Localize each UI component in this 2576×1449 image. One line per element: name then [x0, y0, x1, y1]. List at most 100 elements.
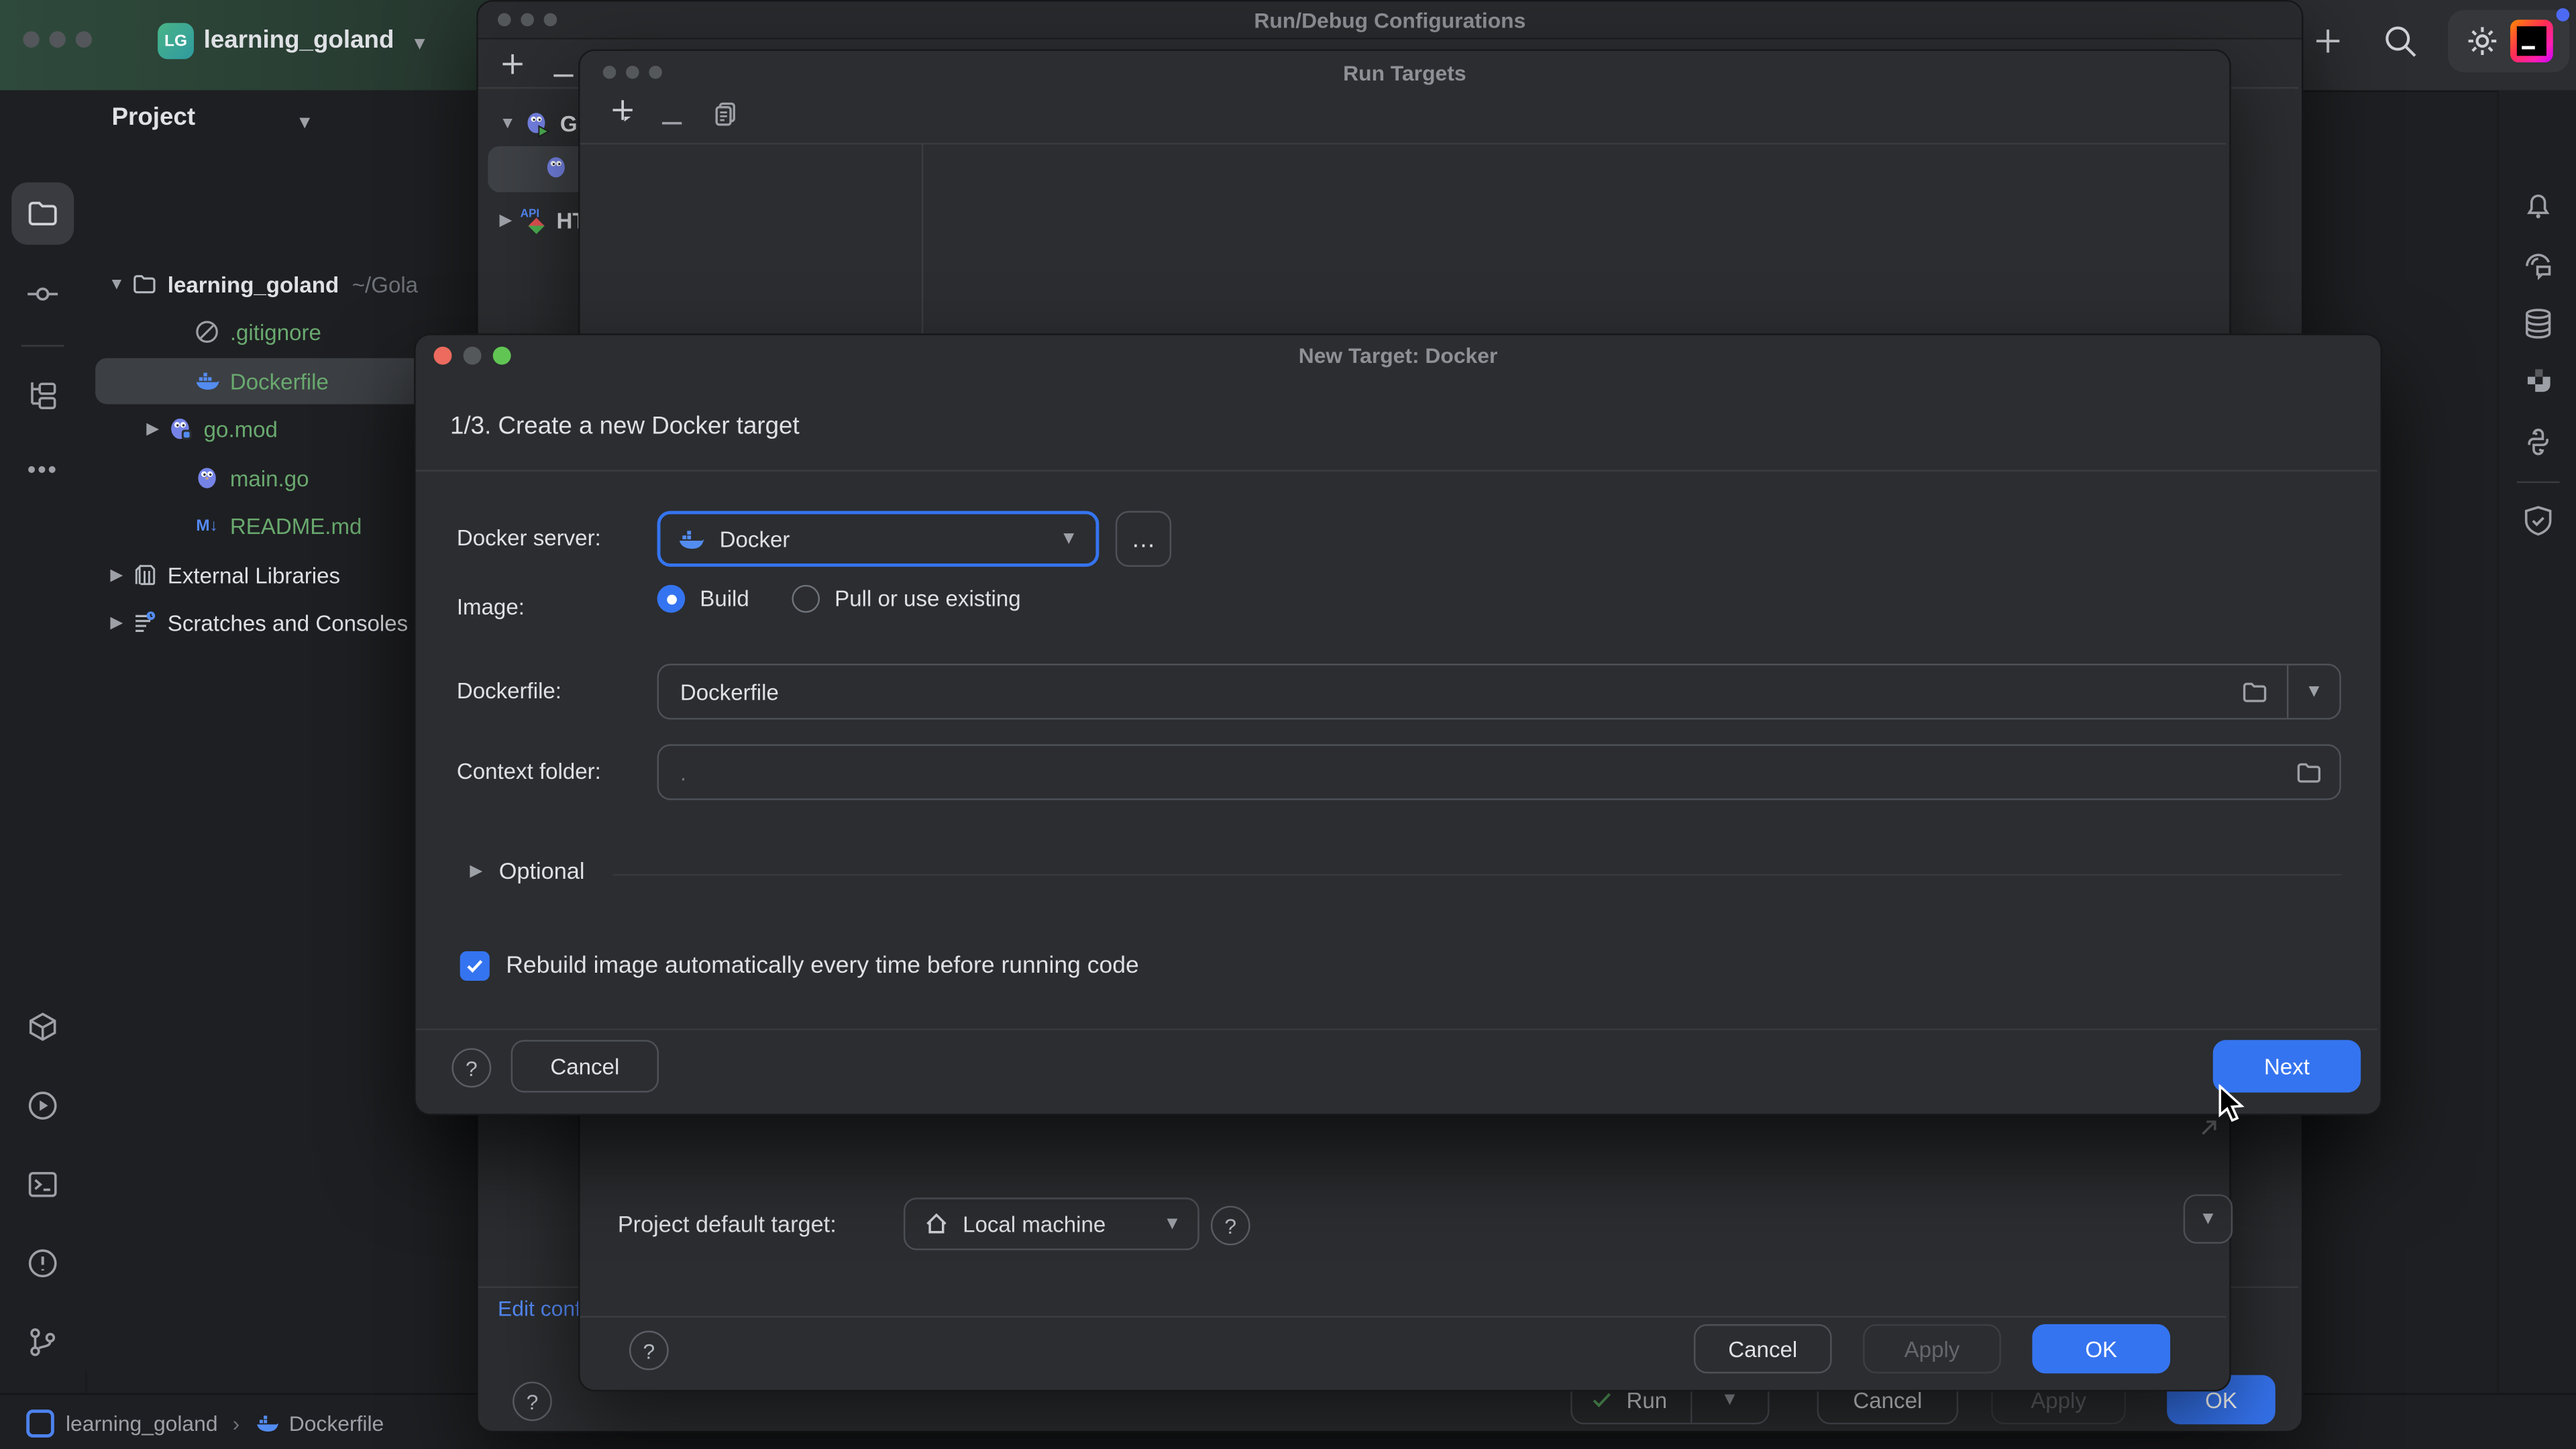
help-icon[interactable]: ? — [629, 1331, 669, 1371]
chevron-right-icon[interactable]: ▶ — [499, 212, 512, 230]
apply-button[interactable]: Apply — [1863, 1324, 2001, 1373]
minimize-window-icon[interactable] — [464, 347, 482, 365]
docker-server-dropdown[interactable]: Docker ▼ — [657, 511, 1099, 567]
chevron-down-icon[interactable]: ▼ — [2305, 682, 2323, 701]
help-icon[interactable]: ? — [513, 1382, 552, 1421]
wizard-step-title: 1/3. Create a new Docker target — [450, 413, 800, 441]
scratches-icon — [131, 610, 158, 636]
help-icon[interactable]: ? — [451, 1048, 491, 1087]
docker-icon — [677, 525, 705, 553]
close-window-icon[interactable] — [434, 347, 452, 365]
close-window-icon[interactable] — [498, 13, 511, 27]
chevron-down-icon[interactable]: ▼ — [1060, 529, 1078, 549]
search-everywhere-icon[interactable] — [2381, 21, 2420, 61]
footer-separator — [580, 1316, 2226, 1318]
zoom-window-icon[interactable] — [649, 66, 662, 79]
chevron-right-icon[interactable]: ▶ — [109, 566, 125, 584]
dockerfile-field[interactable]: Dockerfile ▼ — [657, 663, 2341, 719]
tree-label: learning_goland — [168, 272, 339, 297]
add-configuration-icon[interactable] — [499, 51, 525, 77]
rebuild-checkbox-label[interactable]: Rebuild image automatically every time b… — [506, 953, 1139, 979]
minimize-window-icon[interactable] — [521, 13, 534, 27]
close-window-icon[interactable] — [603, 66, 616, 79]
add-configuration-icon[interactable] — [2313, 26, 2343, 56]
default-target-dropdown[interactable]: Local machine ▼ — [904, 1197, 1199, 1250]
add-target-icon[interactable] — [608, 97, 637, 126]
remove-configuration-icon[interactable] — [550, 62, 576, 89]
image-radio-group: Build Pull or use existing — [657, 585, 1021, 613]
collapsed-dropdown-chevron[interactable]: ▼ — [2184, 1194, 2233, 1243]
help-icon[interactable]: ? — [1211, 1206, 1250, 1246]
project-avatar[interactable]: LG — [158, 23, 194, 59]
terminal-icon[interactable] — [23, 1165, 62, 1204]
shield-check-icon[interactable] — [2518, 501, 2558, 541]
project-view-title[interactable]: Project — [112, 103, 196, 131]
cancel-button[interactable]: Cancel — [511, 1040, 659, 1092]
run-check-icon — [1591, 1388, 1613, 1411]
settings-gear-icon[interactable] — [2463, 21, 2502, 61]
commit-icon[interactable] — [23, 274, 62, 314]
more-tools-icon[interactable]: ••• — [23, 450, 62, 490]
cancel-button[interactable]: Cancel — [1694, 1324, 1832, 1373]
run-targets-titlebar[interactable]: Run Targets — [580, 51, 2229, 94]
right-tool-strip — [2497, 91, 2576, 1393]
python-packages-icon[interactable] — [2518, 422, 2558, 462]
git-branch-icon[interactable] — [23, 1322, 62, 1362]
folder-icon — [131, 271, 158, 297]
dockerfile-label: Dockerfile: — [457, 678, 561, 703]
strip-separator — [21, 345, 64, 346]
dependencies-checker-icon[interactable] — [2518, 363, 2558, 402]
chevron-right-icon: ▶ — [470, 861, 482, 879]
breadcrumb-project[interactable]: learning_goland — [66, 1410, 218, 1435]
database-icon[interactable] — [2518, 304, 2558, 343]
chevron-right-icon[interactable]: ▶ — [145, 420, 161, 438]
build-radio[interactable] — [657, 585, 686, 613]
chevron-down-icon[interactable]: ▼ — [1163, 1214, 1181, 1234]
services-run-icon[interactable] — [23, 1086, 62, 1126]
rebuild-checkbox[interactable] — [460, 951, 490, 981]
run-debug-window-titlebar[interactable]: Run/Debug Configurations — [478, 1, 2302, 39]
minimize-window-icon[interactable] — [49, 32, 65, 48]
chevron-right-icon[interactable]: ▶ — [109, 614, 125, 632]
structure-icon[interactable] — [23, 376, 62, 416]
ai-assistant-icon[interactable] — [2518, 245, 2558, 284]
close-window-icon[interactable] — [23, 32, 39, 48]
remove-target-icon[interactable] — [659, 110, 685, 136]
tree-label: Dockerfile — [230, 369, 329, 394]
ide-logo-icon[interactable] — [2510, 19, 2553, 62]
tree-label: go.mod — [204, 417, 278, 441]
dialog-titlebar[interactable]: New Target: Docker — [416, 335, 2381, 376]
project-folder-icon[interactable] — [23, 194, 62, 233]
zoom-window-icon[interactable] — [76, 32, 92, 48]
pull-radio[interactable] — [792, 585, 820, 613]
markdown-file-icon: M↓ — [194, 513, 220, 539]
tree-label: README.md — [230, 513, 362, 538]
context-folder-field[interactable]: . — [657, 744, 2341, 800]
optional-section-toggle[interactable]: ▶ Optional — [470, 857, 584, 883]
project-switcher[interactable]: learning_goland — [204, 26, 394, 54]
chevron-down-icon[interactable]: ▼ — [1721, 1390, 1739, 1409]
chevron-down-icon: ▼ — [296, 113, 314, 133]
problems-icon[interactable] — [23, 1244, 62, 1283]
zoom-window-icon[interactable] — [544, 13, 557, 27]
config-tree-item-selected[interactable] — [544, 154, 580, 182]
home-icon — [923, 1211, 949, 1237]
optional-label: Optional — [499, 857, 585, 883]
notifications-bell-icon[interactable] — [2518, 186, 2558, 225]
folder-browse-icon[interactable] — [2241, 678, 2269, 706]
browse-servers-button[interactable]: … — [1116, 511, 1171, 567]
copy-target-icon[interactable] — [711, 100, 739, 128]
edit-templates-link[interactable]: Edit configuration templates… — [498, 1296, 580, 1321]
zoom-window-icon[interactable] — [493, 347, 511, 365]
ok-button[interactable]: OK — [2032, 1324, 2170, 1373]
chevron-down-icon[interactable]: ▼ — [109, 275, 125, 293]
chevron-down-icon[interactable]: ▼ — [499, 115, 515, 133]
build-icon[interactable] — [23, 1007, 62, 1046]
context-folder-label: Context folder: — [457, 759, 601, 784]
window-controls[interactable] — [23, 32, 92, 48]
build-radio-label[interactable]: Build — [700, 586, 749, 611]
minimize-window-icon[interactable] — [626, 66, 639, 79]
breadcrumb-file[interactable]: Dockerfile — [289, 1410, 384, 1435]
folder-browse-icon[interactable] — [2295, 758, 2323, 786]
pull-radio-label[interactable]: Pull or use existing — [835, 586, 1021, 611]
